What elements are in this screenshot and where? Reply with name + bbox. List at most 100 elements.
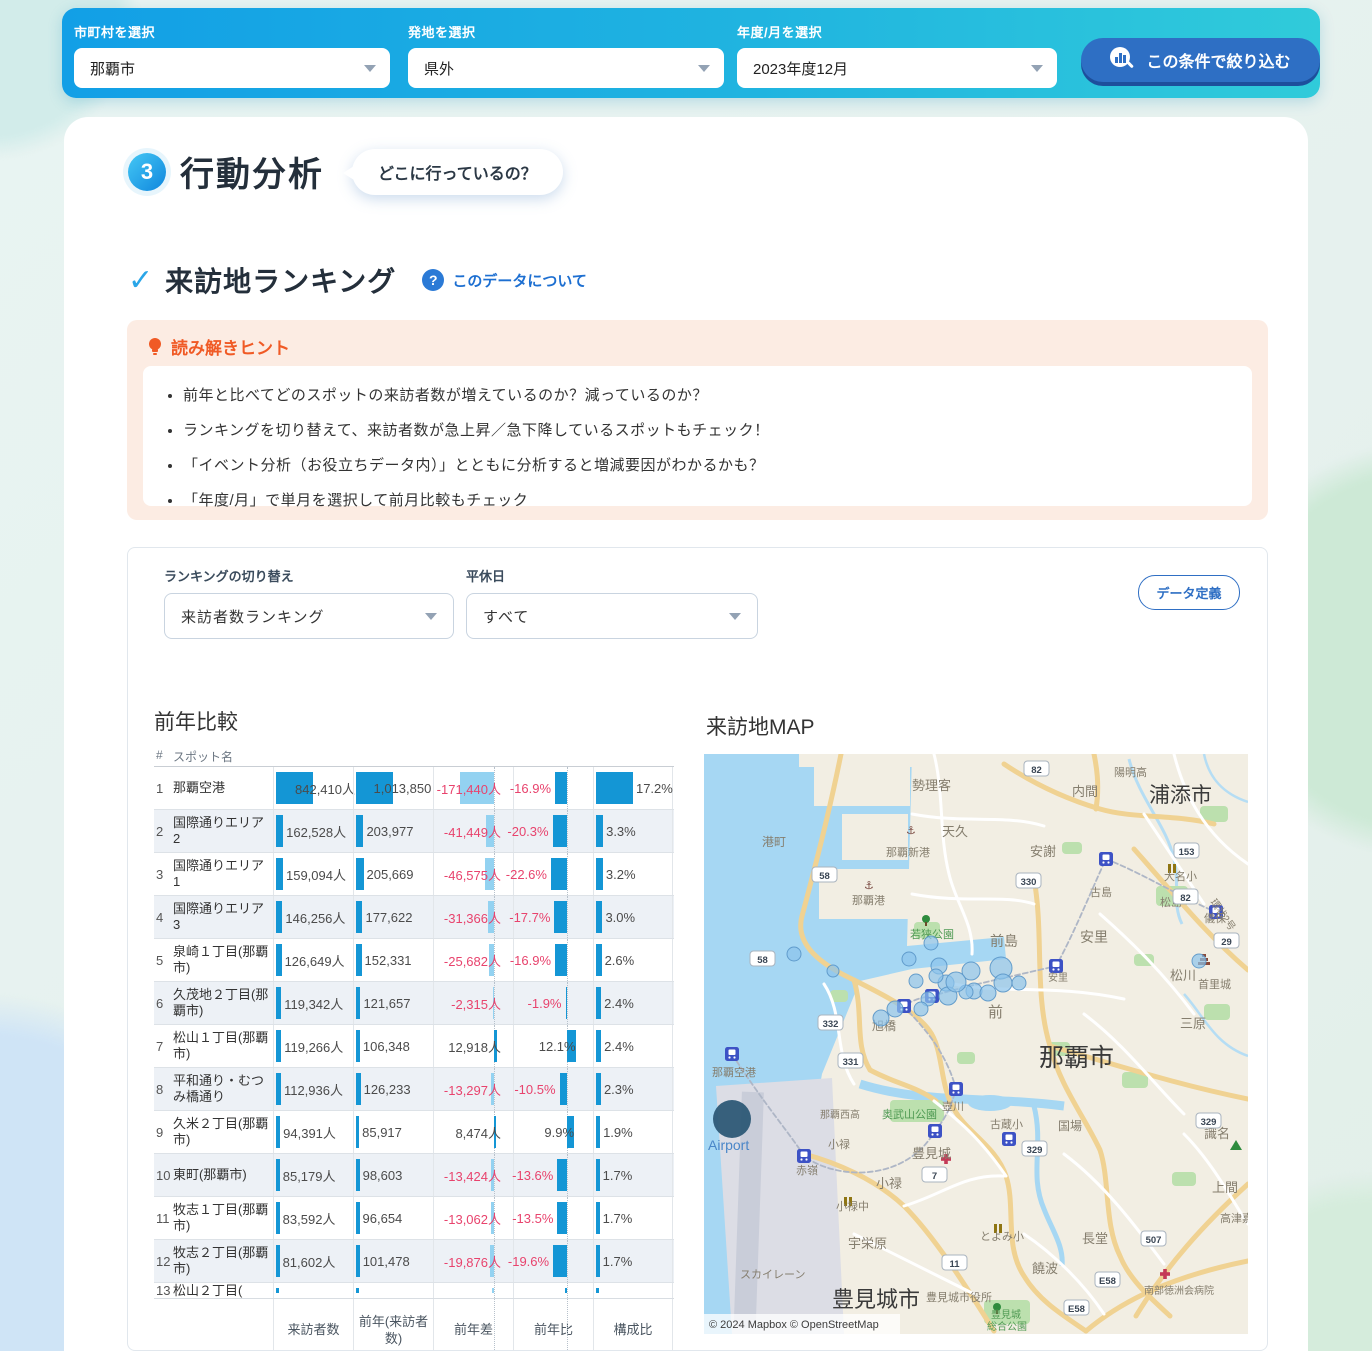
yoy-cell: -13.6%	[513, 1154, 593, 1196]
diff-cell: -171,440人	[433, 767, 513, 809]
prev-year-cell: 152,331	[353, 939, 433, 981]
table-row[interactable]: 4 国際通りエリア3146,256人177,622-31,366人-17.7%3…	[154, 896, 674, 939]
spot-name-cell: 国際通りエリア1	[173, 853, 270, 895]
table-row[interactable]: 11 牧志１丁目(那覇市)83,592人96,654-13,062人-13.5%…	[154, 1197, 674, 1240]
svg-text:82: 82	[1031, 765, 1042, 776]
spot-name-cell: 牧志１丁目(那覇市)	[173, 1197, 270, 1239]
spot-name-cell: 国際通りエリア2	[173, 810, 270, 852]
svg-text:332: 332	[823, 1019, 839, 1030]
visitors-cell: 112,936人	[273, 1068, 353, 1110]
prev-year-cell: 1,013,850	[353, 767, 433, 809]
route-shield: 332	[818, 1015, 843, 1030]
about-data-link[interactable]: ? このデータについて	[422, 269, 587, 291]
search-analytics-icon	[1110, 47, 1136, 73]
visitors-cell: 126,649人	[273, 939, 353, 981]
svg-text:329: 329	[1027, 1145, 1043, 1156]
yoy-cell: -16.9%	[513, 939, 593, 981]
visitor-map[interactable]: ⚓⚓勢理客内間陽明高港町那覇新港天久安謝古島大名小儀保松島松川首里城若狭公園前島…	[704, 754, 1248, 1334]
diff-cell: 8,474人	[433, 1111, 513, 1153]
prev-year-cell: 203,977	[353, 810, 433, 852]
table-row[interactable]: 7 松山１丁目(那覇市)119,266人106,34812,918人12.1%2…	[154, 1025, 674, 1068]
prev-year-cell: 205,669	[353, 853, 433, 895]
table-row[interactable]: 10 東町(那覇市)85,179人98,603-13,424人-13.6%1.7…	[154, 1154, 674, 1197]
check-icon: ✓	[128, 263, 153, 298]
speech-bubble: どこに行っているの？	[352, 149, 563, 195]
visitors-cell: 159,094人	[273, 853, 353, 895]
map-label: 天久	[942, 824, 968, 839]
table-row[interactable]: 12 牧志２丁目(那覇市)81,602人101,478-19,876人-19.6…	[154, 1240, 674, 1283]
prev-year-cell: 96,654	[353, 1197, 433, 1239]
hint-list-box: 前年と比べてどのスポットの来訪者数が増えているのか？減っているのか？ランキングを…	[143, 366, 1252, 506]
table-row[interactable]: 1 那覇空港842,410人1,013,850-171,440人-16.9%17…	[154, 767, 674, 810]
spot-name-cell: 東町(那覇市)	[173, 1154, 270, 1196]
question-icon: ?	[422, 269, 444, 291]
map-label: 小禄	[828, 1137, 850, 1151]
route-shield: 11	[942, 1255, 967, 1270]
visitor-bubble	[914, 1002, 928, 1016]
map-label: スカイレーン	[740, 1268, 805, 1281]
train-station-icon	[797, 1149, 811, 1163]
map-label: 勢理客	[912, 778, 951, 793]
prev-year-cell: 121,657	[353, 982, 433, 1024]
apply-filters-label: この条件で絞り込む	[1146, 48, 1290, 72]
share-cell: 3.3%	[593, 810, 673, 852]
diff-cell: 12,918人	[433, 1025, 513, 1067]
table-row[interactable]: 2 国際通りエリア2162,528人203,977-41,449人-20.3%3…	[154, 810, 674, 853]
map-label: 前	[988, 1004, 1003, 1021]
svg-text:11: 11	[949, 1259, 960, 1270]
map-label: 長堂	[1082, 1231, 1108, 1246]
diff-cell: -2,315人	[433, 982, 513, 1024]
table-row[interactable]: 3 国際通りエリア1159,094人205,669-46,575人-22.6%3…	[154, 853, 674, 896]
map-label: 小禄	[876, 1176, 902, 1191]
yoy-cell: -19.6%	[513, 1240, 593, 1282]
share-cell: 17.2%	[593, 767, 673, 809]
data-definition-button[interactable]: データ定義	[1138, 575, 1240, 610]
visitor-bubble	[1192, 954, 1206, 968]
route-shield: E58	[1064, 1300, 1089, 1315]
diff-cell: -46,575人	[433, 853, 513, 895]
yoy-cell: -20.3%	[513, 810, 593, 852]
prev-year-cell: 85,917	[353, 1111, 433, 1153]
svg-text:153: 153	[1179, 847, 1195, 858]
municipality-select[interactable]: 那覇市	[74, 48, 390, 88]
route-shield: 329	[1022, 1141, 1047, 1156]
svg-text:58: 58	[819, 871, 830, 882]
table-row[interactable]: 9 久米２丁目(那覇市)94,391人85,9178,474人9.9%1.9%	[154, 1111, 674, 1154]
spot-name-header: スポット名	[173, 748, 233, 765]
ranking-switch-select[interactable]: 来訪者数ランキング	[164, 593, 454, 639]
route-shield: 82	[1173, 889, 1198, 904]
origin-select[interactable]: 県外	[408, 48, 724, 88]
section-number-badge: 3	[128, 153, 166, 191]
table-row[interactable]: 13 松山２丁目(	[154, 1283, 674, 1298]
table-row[interactable]: 6 久茂地２丁目(那覇市)119,342人121,657-2,315人-1.9%…	[154, 982, 674, 1025]
rank-cell: 8	[156, 1068, 172, 1110]
table-title: 前年比較	[154, 706, 238, 736]
visitors-cell: 85,179人	[273, 1154, 353, 1196]
visitor-bubble	[909, 974, 923, 988]
visitor-bubble	[787, 947, 801, 961]
table-row[interactable]: 5 泉崎１丁目(那覇市)126,649人152,331-25,682人-16.9…	[154, 939, 674, 982]
prev-year-cell	[353, 1283, 433, 1298]
svg-text:7: 7	[932, 1171, 937, 1182]
svg-text:58: 58	[757, 955, 768, 966]
train-station-icon	[1099, 852, 1113, 866]
svg-text:E58: E58	[1099, 1276, 1116, 1287]
route-shield: 331	[838, 1053, 863, 1068]
rank-cell: 7	[156, 1025, 172, 1067]
municipality-filter: 市町村を選択 那覇市	[74, 22, 390, 88]
map-label: 内間	[1072, 784, 1098, 799]
apply-filters-button[interactable]: この条件で絞り込む	[1081, 38, 1320, 82]
daytype-value: すべて	[483, 606, 529, 627]
prev-year-cell: 98,603	[353, 1154, 433, 1196]
measure-label: 前年差	[433, 1299, 513, 1351]
index-header: #	[156, 748, 163, 762]
daytype-select[interactable]: すべて	[466, 593, 758, 639]
prev-year-cell: 106,348	[353, 1025, 433, 1067]
table-row[interactable]: 8 平和通り・むつみ橋通り112,936人126,233-13,297人-10.…	[154, 1068, 674, 1111]
map-label: 饒波	[1032, 1261, 1058, 1276]
rank-cell: 9	[156, 1111, 172, 1153]
map-label: とよみ小	[980, 1230, 1024, 1243]
map-label: 小禄中	[836, 1199, 869, 1213]
period-select[interactable]: 2023年度12月	[737, 48, 1057, 88]
page: 市町村を選択 那覇市 発地を選択 県外 年度/月を選択 2023年度12月	[0, 0, 1372, 1351]
